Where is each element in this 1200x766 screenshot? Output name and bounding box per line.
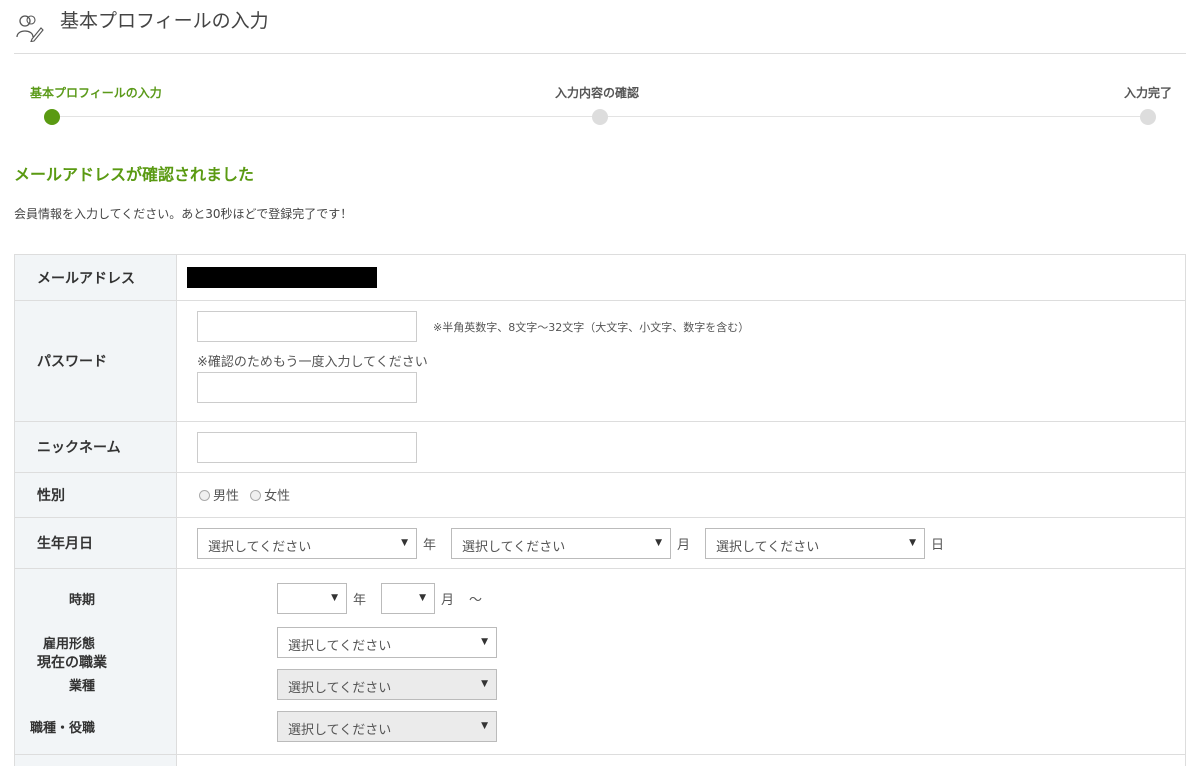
profile-form: メールアドレス パスワード ※半角英数字、8文字〜32文字（大文字、小文字、数字… — [14, 254, 1186, 766]
step-dot-profile — [44, 109, 60, 125]
step-label-complete: 入力完了 — [1123, 86, 1172, 100]
gender-male-radio[interactable] — [199, 490, 210, 501]
nickname-input[interactable] — [197, 432, 417, 463]
gender-radio-group: 男性 女性 — [199, 485, 297, 504]
birth-month-select[interactable]: 選択してください ▼ — [451, 528, 671, 559]
employment-type-select[interactable]: 選択してください ▼ — [277, 627, 497, 658]
chevron-down-icon: ▼ — [331, 593, 338, 603]
gender-female-label[interactable]: 女性 — [264, 489, 290, 504]
step-dot-confirm — [592, 109, 608, 125]
nickname-label: ニックネーム — [14, 421, 177, 473]
gender-female-radio[interactable] — [250, 490, 262, 501]
email-label: メールアドレス — [14, 254, 177, 301]
industry-select[interactable]: 選択してください ▼ — [277, 669, 497, 700]
birth-day-unit: 日 — [931, 538, 945, 553]
password-confirm-input[interactable] — [197, 372, 417, 403]
chevron-down-icon: ▼ — [655, 538, 662, 548]
intro-text: 会員情報を入力してください。あと30秒ほどで登録完了です！ — [14, 207, 353, 221]
form-row-current-job: 現在の職業 時期 ▼ 年 ▼ 月 〜 雇用形態 選択してください ▼ 業種 選択し… — [14, 568, 1186, 755]
chevron-down-icon: ▼ — [481, 679, 488, 689]
employment-type-label: 雇用形態 — [42, 637, 95, 652]
step-label-confirm: 入力内容の確認 — [555, 86, 640, 100]
progress-steps: 基本プロフィールの入力 入力内容の確認 入力完了 — [30, 82, 1172, 128]
gender-male-label[interactable]: 男性 — [213, 489, 239, 504]
form-row-gender: 性別 男性 女性 — [14, 472, 1186, 518]
chevron-down-icon: ▼ — [909, 538, 916, 548]
page-header: 基本プロフィールの入力 — [14, 8, 1186, 54]
job-period-tilde: 〜 — [469, 593, 483, 608]
step-dot-complete — [1140, 109, 1156, 125]
form-row-birthdate: 生年月日 選択してください ▼ 年 選択してください ▼ 月 選択してください ▼ 日 — [14, 517, 1186, 569]
chevron-down-icon: ▼ — [419, 593, 426, 603]
form-row-email: メールアドレス — [14, 254, 1186, 301]
chevron-down-icon: ▼ — [481, 721, 488, 731]
form-row-password: パスワード ※半角英数字、8文字〜32文字（大文字、小文字、数字を含む） ※確認… — [14, 300, 1186, 422]
password-hint: ※半角英数字、8文字〜32文字（大文字、小文字、数字を含む） — [433, 321, 750, 334]
birth-year-unit: 年 — [423, 538, 437, 553]
section-title: メールアドレスが確認されました — [14, 165, 255, 184]
job-role-select[interactable]: 選択してください ▼ — [277, 711, 497, 742]
job-period-year-unit: 年 — [353, 593, 367, 608]
chevron-down-icon: ▼ — [481, 637, 488, 647]
email-value-redacted — [187, 267, 377, 288]
page-title: 基本プロフィールの入力 — [60, 10, 269, 32]
period-label: 時期 — [68, 593, 95, 608]
people-edit-icon — [16, 15, 44, 42]
birth-day-select[interactable]: 選択してください ▼ — [705, 528, 925, 559]
form-row-nickname: ニックネーム — [14, 421, 1186, 473]
job-role-label: 職種・役職 — [29, 721, 95, 736]
form-row-next — [14, 754, 1186, 766]
password-label: パスワード — [14, 300, 177, 422]
password-confirm-note: ※確認のためもう一度入力してください — [197, 355, 428, 370]
industry-label: 業種 — [68, 679, 95, 694]
job-period-month-select[interactable]: ▼ — [381, 583, 435, 614]
gender-label: 性別 — [14, 472, 177, 518]
step-label-profile: 基本プロフィールの入力 — [30, 86, 162, 100]
password-input[interactable] — [197, 311, 417, 342]
chevron-down-icon: ▼ — [401, 538, 408, 548]
job-period-year-select[interactable]: ▼ — [277, 583, 347, 614]
job-period-month-unit: 月 — [441, 593, 455, 608]
birth-month-unit: 月 — [677, 538, 691, 553]
birth-year-select[interactable]: 選択してください ▼ — [197, 528, 417, 559]
birthdate-label: 生年月日 — [14, 517, 177, 569]
